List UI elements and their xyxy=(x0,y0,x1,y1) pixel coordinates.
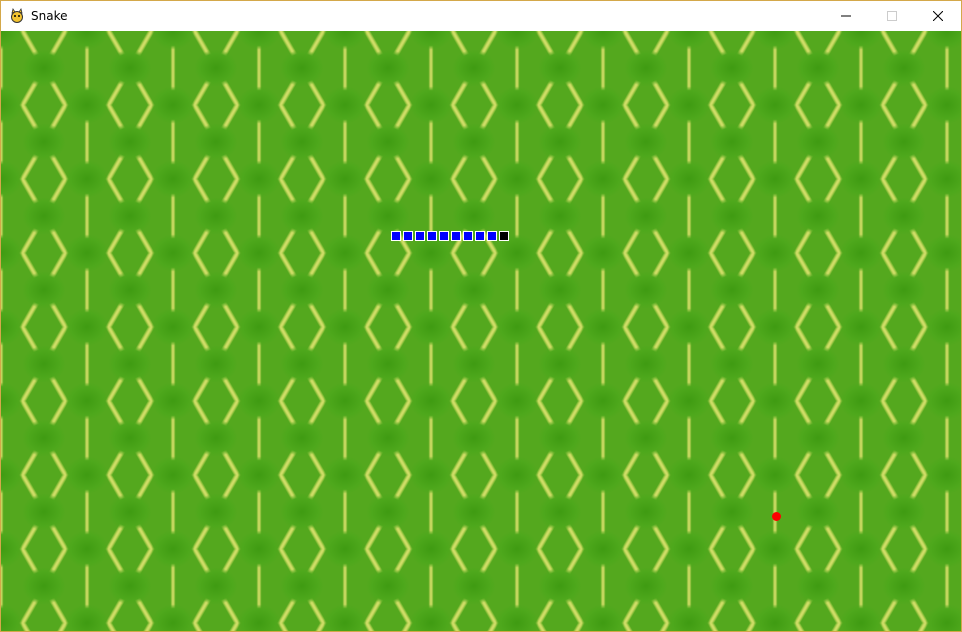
window-title: Snake xyxy=(31,9,68,23)
snake-segment xyxy=(439,231,449,241)
snake-segment xyxy=(415,231,425,241)
food-pellet xyxy=(772,512,781,521)
minimize-button[interactable] xyxy=(823,1,869,31)
maximize-button[interactable] xyxy=(869,1,915,31)
close-button[interactable] xyxy=(915,1,961,31)
window-controls xyxy=(823,1,961,31)
snake-segment xyxy=(451,231,461,241)
snake-segment xyxy=(391,231,401,241)
snake xyxy=(391,231,511,241)
snake-segment xyxy=(403,231,413,241)
minimize-icon xyxy=(841,15,851,17)
snake-segment xyxy=(463,231,473,241)
snake-segment xyxy=(487,231,497,241)
game-playfield[interactable] xyxy=(1,31,961,631)
app-window: Snake xyxy=(0,0,962,632)
pygame-snake-icon xyxy=(9,8,25,24)
snake-head xyxy=(499,231,509,241)
snake-segment xyxy=(427,231,437,241)
snake-segment xyxy=(475,231,485,241)
close-icon xyxy=(933,11,943,21)
title-bar[interactable]: Snake xyxy=(1,1,961,31)
maximize-icon xyxy=(887,11,897,21)
